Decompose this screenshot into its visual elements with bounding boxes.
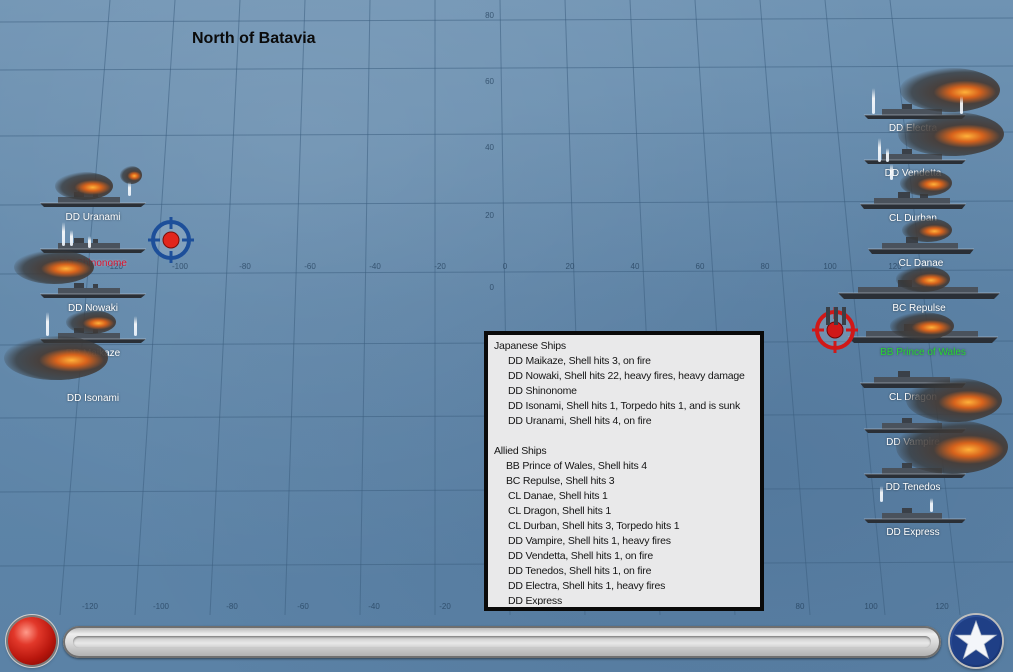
report-entry: DD Shinonome [508,385,577,397]
x-tick-label: -20 [434,262,446,271]
water-splash-icon [930,498,933,512]
fire-smoke-icon [4,336,108,380]
water-splash-icon [134,316,137,336]
report-entry: DD Electra, Shell hits 1, heavy fires [508,580,666,592]
x-tick-label: 60 [696,262,705,271]
report-entry: BB Prince of Wales, Shell hits 4 [506,460,647,472]
allied-ships-header: Allied Ships [494,445,547,457]
x-tick-label: 40 [631,262,640,271]
water-splash-icon [62,222,65,246]
fire-smoke-icon [120,166,142,184]
grid-line-vertical [759,0,811,616]
report-entry: CL Durban, Shell hits 3, Torpedo hits 1 [508,520,680,532]
x-tick-label: -120 [82,602,99,611]
status-message-bar [63,626,941,658]
water-splash-icon [46,312,49,336]
damage-report-list[interactable]: Japanese Ships DD Maikaze, Shell hits 3,… [494,339,756,605]
x-tick-label: -60 [304,262,316,271]
report-entry: DD Express [508,595,563,605]
grid-line-vertical [359,0,371,616]
fire-smoke-icon [902,218,952,242]
x-tick-label: 0 [503,262,508,271]
fire-smoke-icon [898,112,1004,156]
water-splash-icon [890,164,893,180]
y-tick-label: 60 [485,77,494,86]
battle-map[interactable]: -120-100-80-60-40-20020406080100120-120-… [0,0,1013,672]
x-tick-label: -40 [368,602,380,611]
x-tick-label: -60 [297,602,309,611]
damage-report-panel[interactable]: Japanese Ships DD Maikaze, Shell hits 3,… [484,331,764,611]
grid-line-vertical [209,0,241,616]
ship-label: DD Express [886,527,940,538]
fire-smoke-icon [900,170,952,196]
ship-label: DD Uranami [65,212,121,223]
x-tick-label: 80 [761,262,770,271]
x-tick-label: 80 [796,602,805,611]
x-tick-label: 100 [823,262,837,271]
fire-smoke-icon [890,312,954,340]
report-spacer [494,429,756,444]
fire-smoke-icon [66,310,116,334]
fire-smoke-icon [900,68,1000,112]
y-tick-label: 0 [490,283,495,292]
report-entry: DD Vendetta, Shell hits 1, on fire [508,550,653,562]
water-splash-icon [880,486,883,502]
fire-smoke-icon [896,266,950,292]
fire-smoke-icon [906,378,1002,422]
ship-label: DD Tenedos [885,482,941,493]
fire-smoke-icon [896,420,1008,474]
fire-smoke-icon [14,250,94,284]
japanese-target-reticle-icon[interactable] [148,217,194,263]
allied-target-reticle-icon[interactable] [812,307,858,353]
status-bar-groove [73,636,931,648]
y-tick-label: 80 [485,11,494,20]
y-tick-label: 20 [485,211,494,220]
water-splash-icon [960,96,963,114]
report-entry: DD Nowaki, Shell hits 22, heavy fires, h… [508,370,745,382]
white-star-roundel-icon[interactable] [950,615,1002,667]
water-splash-icon [128,182,131,196]
x-tick-label: -80 [239,262,251,271]
grid-line-horizontal [0,17,1013,23]
report-entry: BC Repulse, Shell hits 3 [506,475,615,487]
x-tick-label: -80 [226,602,238,611]
report-entry: CL Danae, Shell hits 1 [508,490,608,502]
scenario-title: North of Batavia [192,30,316,47]
japanese-ships-header: Japanese Ships [494,340,566,352]
water-splash-icon [88,236,91,248]
ship-label: BB Prince of Wales [880,347,966,358]
water-splash-icon [70,230,73,246]
x-tick-label: 120 [935,602,949,611]
fire-button[interactable] [8,617,56,665]
report-entry: DD Tenedos, Shell hits 1, on fire [508,565,652,577]
report-entry: DD Uranami, Shell hits 4, on fire [508,415,652,427]
water-splash-icon [878,138,881,162]
x-tick-label: -40 [369,262,381,271]
report-entry: DD Maikaze, Shell hits 3, on fire [508,355,651,367]
x-tick-label: -20 [439,602,451,611]
x-tick-label: 100 [864,602,878,611]
water-splash-icon [872,88,875,114]
report-entry: CL Dragon, Shell hits 1 [508,505,611,517]
report-entry: DD Isonami, Shell hits 1, Torpedo hits 1… [508,400,740,412]
x-tick-label: -100 [172,262,189,271]
x-tick-label: -100 [153,602,170,611]
ship-label: DD Isonami [66,393,120,404]
y-tick-label: 40 [485,143,494,152]
x-tick-label: 20 [566,262,575,271]
water-splash-icon [886,148,889,162]
report-entry: DD Vampire, Shell hits 1, heavy fires [508,535,671,547]
grid-line-vertical [284,0,306,616]
fire-smoke-icon [55,172,113,200]
destroyer-icon [864,508,966,523]
grid-line-horizontal [0,65,1013,71]
